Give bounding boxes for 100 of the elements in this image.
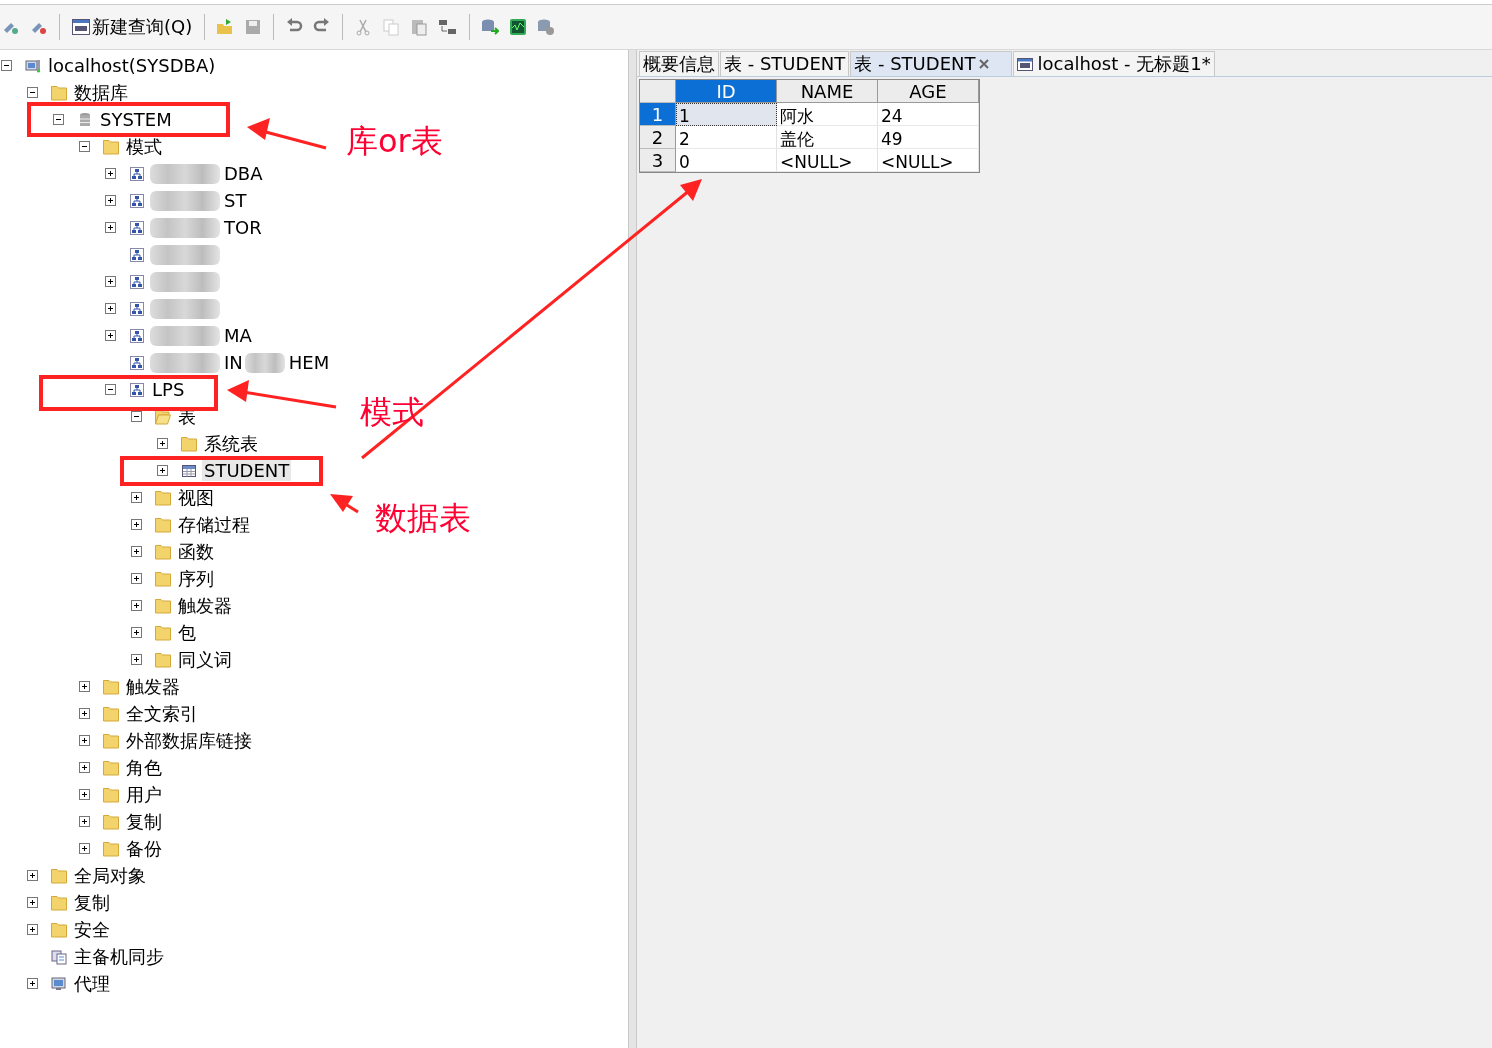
folder-icon <box>103 732 119 749</box>
expand-icon[interactable] <box>131 546 142 557</box>
expand-icon[interactable] <box>105 168 116 179</box>
tree-item-label[interactable]: ST <box>222 190 249 211</box>
expand-icon[interactable] <box>105 276 116 287</box>
monitor-icon <box>51 975 67 992</box>
tree-item-label[interactable]: LPS <box>150 379 187 400</box>
column-header[interactable]: NAME <box>777 80 878 103</box>
collapse-icon[interactable] <box>1 60 12 71</box>
expand-icon[interactable] <box>105 330 116 341</box>
collapse-icon[interactable] <box>131 411 142 422</box>
table-cell: 0 <box>676 149 777 172</box>
tree-item-label[interactable]: 数据库 <box>72 80 130 105</box>
schema-icon <box>129 192 145 209</box>
tree-item-label[interactable]: 用户 <box>124 782 164 807</box>
expand-icon[interactable] <box>79 789 90 800</box>
table-cell: <NULL> <box>878 149 979 172</box>
tree-item-label[interactable]: HEM <box>286 352 332 373</box>
expand-icon[interactable] <box>27 924 38 935</box>
tree-item-label[interactable]: TOR <box>222 217 264 238</box>
expand-icon[interactable] <box>27 870 38 881</box>
expand-icon[interactable] <box>131 654 142 665</box>
folder-icon <box>155 570 171 587</box>
blurred-area <box>244 352 285 373</box>
monitor-icon[interactable] <box>509 18 528 36</box>
tree-item-label[interactable]: 包 <box>176 620 198 645</box>
database-export-icon[interactable] <box>481 18 500 36</box>
expand-icon[interactable] <box>79 762 90 773</box>
expand-icon[interactable] <box>131 492 142 503</box>
sync-icon <box>51 948 67 965</box>
expand-icon[interactable] <box>131 627 142 638</box>
tree-item-label[interactable]: 全文索引 <box>124 701 200 726</box>
tree-item-label[interactable]: 视图 <box>176 485 216 510</box>
folder-icon <box>51 921 67 938</box>
tree-item-label[interactable]: 全局对象 <box>72 863 148 888</box>
expand-icon[interactable] <box>131 600 142 611</box>
tree-item-label[interactable]: 备份 <box>124 836 164 861</box>
database-settings-icon[interactable] <box>537 18 556 36</box>
row-header[interactable]: 1 <box>640 103 676 126</box>
table-cell: 2 <box>676 126 777 149</box>
open-folder-icon[interactable] <box>216 18 235 36</box>
expand-icon[interactable] <box>157 465 168 476</box>
collapse-icon[interactable] <box>105 384 116 395</box>
annotation-text: 库or表 <box>346 121 443 162</box>
schema-icon <box>129 300 145 317</box>
tree-item-label[interactable]: 主备机同步 <box>72 944 166 969</box>
tree-item-label[interactable]: 复制 <box>72 890 112 915</box>
tree-item-label[interactable]: STUDENT <box>202 460 292 481</box>
tree-item-label[interactable]: MA <box>222 325 254 346</box>
tree-item-label[interactable]: 存储过程 <box>176 512 252 537</box>
tree-item-label[interactable]: 同义词 <box>176 647 234 672</box>
row-header[interactable]: 2 <box>640 126 676 149</box>
collapse-icon[interactable] <box>27 87 38 98</box>
expand-icon[interactable] <box>79 816 90 827</box>
tree-item-label[interactable]: 复制 <box>124 809 164 834</box>
row-header[interactable]: 3 <box>640 149 676 172</box>
tree-item-label[interactable]: 序列 <box>176 566 216 591</box>
editor-tab[interactable]: localhost - 无标题1* <box>1013 51 1215 76</box>
expand-icon[interactable] <box>131 519 142 530</box>
tree-item-label[interactable]: 函数 <box>176 539 216 564</box>
tree-item-label[interactable]: 模式 <box>124 134 164 159</box>
editor-tab[interactable]: 概要信息 <box>639 51 719 76</box>
tree-item-label[interactable]: 触发器 <box>176 593 234 618</box>
expand-icon[interactable] <box>105 195 116 206</box>
new-query-button[interactable]: 新建查询(Q) <box>69 13 196 41</box>
expand-icon[interactable] <box>105 222 116 233</box>
schema-icon <box>129 273 145 290</box>
tree-item-label[interactable]: DBA <box>222 163 265 184</box>
editor-tab[interactable]: 表 - STUDENT <box>720 51 850 76</box>
tree-item-label[interactable]: 安全 <box>72 917 112 942</box>
transfer-icon[interactable] <box>438 18 459 36</box>
folder-icon <box>103 678 119 695</box>
tree-item-label[interactable]: 代理 <box>72 971 112 996</box>
table-cell: 盖伦 <box>777 126 878 149</box>
tree-item-label[interactable]: 角色 <box>124 755 164 780</box>
expand-icon[interactable] <box>79 708 90 719</box>
expand-icon[interactable] <box>27 978 38 989</box>
tree-item-label[interactable]: 外部数据库链接 <box>124 728 254 753</box>
annotation-text: 数据表 <box>375 498 471 539</box>
expand-icon[interactable] <box>27 897 38 908</box>
tree-item-label[interactable]: 触发器 <box>124 674 182 699</box>
tree-item-label[interactable]: 系统表 <box>202 431 260 456</box>
expand-icon[interactable] <box>131 573 142 584</box>
folder-icon <box>181 435 197 452</box>
column-header[interactable]: ID <box>676 80 777 103</box>
expand-icon[interactable] <box>79 735 90 746</box>
folder-icon <box>155 543 171 560</box>
tree-item-label[interactable]: localhost(SYSDBA) <box>46 55 218 76</box>
collapse-icon[interactable] <box>53 114 64 125</box>
expand-icon[interactable] <box>79 843 90 854</box>
tree-item-label[interactable]: SYSTEM <box>98 109 174 130</box>
tree-item-label[interactable]: IN <box>222 352 245 373</box>
expand-icon[interactable] <box>105 303 116 314</box>
editor-tab[interactable]: 表 - STUDENT <box>850 51 1013 76</box>
column-header[interactable]: AGE <box>878 80 979 103</box>
close-icon[interactable] <box>979 59 990 69</box>
expand-icon[interactable] <box>79 681 90 692</box>
expand-icon[interactable] <box>157 438 168 449</box>
collapse-icon[interactable] <box>79 141 90 152</box>
folder-icon <box>103 840 119 857</box>
